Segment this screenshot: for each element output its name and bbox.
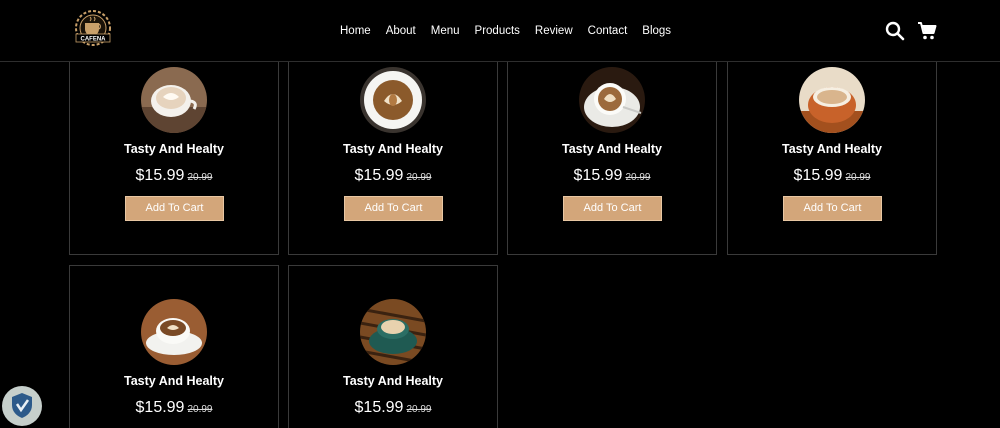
product-name: Tasty And Healty [561,142,663,156]
old-price: 20.99 [845,172,871,183]
old-price: 20.99 [406,172,432,183]
product-card: Tasty And Healty $15.99 20.99 [288,265,498,428]
product-price: $15.99 20.99 [289,399,497,417]
product-name: Tasty And Healty [342,142,444,156]
nav-review[interactable]: Review [535,23,573,39]
current-price: $15.99 [354,399,404,416]
add-to-cart-button[interactable]: Add To Cart [344,196,443,221]
old-price: 20.99 [187,172,213,183]
product-price: $15.99 20.99 [508,167,716,185]
product-image [141,67,207,133]
logo-text: CAFENA [81,37,107,43]
current-price: $15.99 [135,399,185,416]
main-nav: Home About Menu Products Review Contact … [340,23,686,39]
old-price: 20.99 [625,172,651,183]
shield-badge-icon[interactable] [2,386,42,426]
product-name: Tasty And Healty [781,142,883,156]
nav-blogs[interactable]: Blogs [642,23,671,39]
product-image [579,67,645,133]
product-name: Tasty And Healty [123,374,225,388]
product-card: Tasty And Healty $15.99 20.99 Add To Cart [288,61,498,255]
search-icon[interactable] [885,21,905,41]
product-card: Tasty And Healty $15.99 20.99 Add To Cart [69,61,279,255]
old-price: 20.99 [187,404,213,415]
nav-about[interactable]: About [386,23,416,39]
product-card: Tasty And Healty $15.99 20.99 Add To Cart [507,61,717,255]
nav-contact[interactable]: Contact [588,23,628,39]
product-price: $15.99 20.99 [70,167,278,185]
old-price: 20.99 [406,404,432,415]
product-price: $15.99 20.99 [728,167,936,185]
product-name: Tasty And Healty [123,142,225,156]
cafena-logo[interactable]: CAFENA [68,8,118,52]
product-image [360,67,426,133]
product-image [360,299,426,365]
current-price: $15.99 [135,167,185,184]
current-price: $15.99 [354,167,404,184]
product-image [141,299,207,365]
product-price: $15.99 20.99 [289,167,497,185]
product-price: $15.99 20.99 [70,399,278,417]
nav-home[interactable]: Home [340,23,371,39]
nav-menu[interactable]: Menu [431,23,460,39]
site-header: CAFENA Home About Menu Products Review C… [0,0,1000,62]
add-to-cart-button[interactable]: Add To Cart [783,196,882,221]
current-price: $15.99 [573,167,623,184]
add-to-cart-button[interactable]: Add To Cart [125,196,224,221]
product-card: Tasty And Healty $15.99 20.99 [69,265,279,428]
product-name: Tasty And Healty [342,374,444,388]
product-card: Tasty And Healty $15.99 20.99 Add To Cart [727,61,937,255]
current-price: $15.99 [793,167,843,184]
cart-icon[interactable] [917,21,937,41]
product-image [799,67,865,133]
add-to-cart-button[interactable]: Add To Cart [563,196,662,221]
nav-products[interactable]: Products [475,23,520,39]
